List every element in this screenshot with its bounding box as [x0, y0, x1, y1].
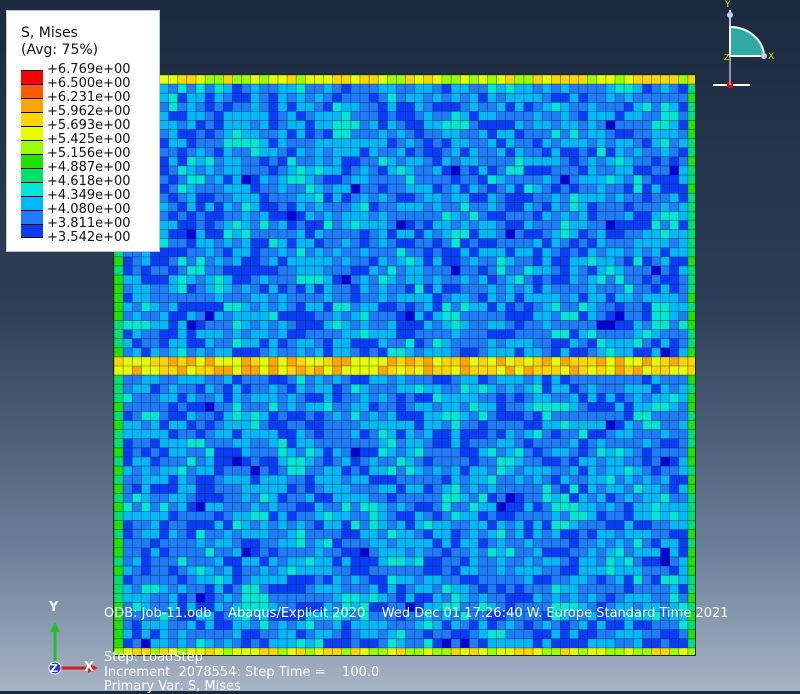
legend-value: +6.500e+00: [47, 76, 131, 91]
axis-x-label: X: [84, 660, 95, 675]
legend-swatch: [21, 224, 43, 238]
legend-value: +6.231e+00: [47, 90, 131, 105]
triad-z-label: Z: [724, 53, 730, 62]
primary-var-info-line: Primary Var: S, Mises: [104, 679, 241, 694]
legend-value: +5.693e+00: [47, 118, 131, 133]
legend-value: +5.962e+00: [47, 104, 131, 119]
legend-swatch: [21, 182, 43, 196]
legend-value: +3.811e+00: [47, 216, 131, 231]
legend-color-scale: [21, 70, 43, 238]
view-triad[interactable]: [710, 0, 800, 95]
fe-mesh-contour-plot[interactable]: [113, 74, 696, 656]
legend-swatch: [21, 112, 43, 126]
legend-swatch: [21, 70, 43, 84]
legend-subtitle: (Avg: 75%): [21, 42, 99, 58]
legend-value: +4.618e+00: [47, 174, 131, 189]
viewport[interactable]: S, Mises (Avg: 75%) +6.769e+00 +6.500e+00…: [0, 0, 800, 694]
axis-y-label: Y: [49, 600, 59, 615]
odb-info-line: ODB: Job-11.odb Abaqus/Explicit 2020 Wed…: [104, 606, 729, 621]
legend-swatch: [21, 210, 43, 224]
legend-swatch: [21, 84, 43, 98]
legend-value: +6.769e+00: [47, 62, 131, 77]
legend-value: +3.542e+00: [47, 230, 131, 245]
legend-swatch: [21, 168, 43, 182]
legend-values: +6.769e+00 +6.500e+00 +6.231e+00 +5.962e+00…: [47, 63, 131, 245]
axis-z-label: Z: [50, 662, 58, 675]
triad-x-label: X: [768, 52, 775, 62]
legend-value: +4.349e+00: [47, 188, 131, 203]
step-info-line: Step: LoadStep: [104, 650, 203, 665]
legend-swatch: [21, 98, 43, 112]
legend-value: +5.425e+00: [47, 132, 131, 147]
legend-value: +4.887e+00: [47, 160, 131, 175]
mesh-svg: [114, 75, 695, 655]
legend-value: +4.080e+00: [47, 202, 131, 217]
legend-swatch: [21, 196, 43, 210]
legend-swatch: [21, 140, 43, 154]
legend-swatch: [21, 126, 43, 140]
legend-title: S, Mises: [21, 25, 78, 41]
legend-swatch: [21, 154, 43, 168]
legend-value: +5.156e+00: [47, 146, 131, 161]
triad-y-label: Y: [725, 0, 731, 10]
increment-info-line: Increment 2078554: Step Time = 100.0: [104, 665, 380, 680]
contour-legend: S, Mises (Avg: 75%) +6.769e+00 +6.500e+00…: [6, 10, 160, 252]
